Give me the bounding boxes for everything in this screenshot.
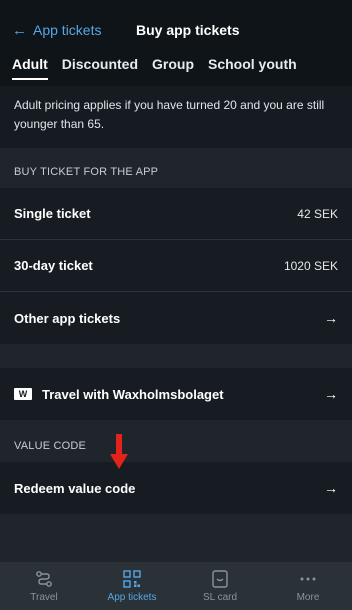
nav-travel[interactable]: Travel [8, 570, 80, 603]
waxholm-row[interactable]: W Travel with Waxholmsbolaget → [0, 368, 352, 420]
single-ticket-price: 42 SEK [297, 206, 338, 221]
other-app-tickets-row[interactable]: Other app tickets → [0, 292, 352, 344]
value-code-card: Redeem value code → [0, 462, 352, 514]
waxholm-card: W Travel with Waxholmsbolaget → [0, 368, 352, 420]
nav-more[interactable]: More [272, 570, 344, 603]
redeem-value-code-row[interactable]: Redeem value code → [0, 462, 352, 514]
bottom-navigation: Travel App tickets SL card More [0, 562, 352, 610]
back-arrow-icon: ← [12, 21, 27, 39]
tab-adult[interactable]: Adult [12, 56, 48, 80]
arrow-right-icon: → [324, 480, 338, 496]
back-label: App tickets [33, 22, 102, 38]
30-day-ticket-price: 1020 SEK [283, 258, 338, 273]
nav-more-label: More [296, 591, 320, 603]
qr-code-icon [123, 569, 141, 588]
nav-sl-card-label: SL card [202, 591, 238, 603]
value-code-section-label: VALUE CODE [14, 440, 87, 452]
single-ticket-label: Single ticket [14, 206, 91, 221]
30-day-ticket-label: 30-day ticket [14, 258, 93, 273]
tab-discounted[interactable]: Discounted [62, 56, 138, 80]
ticket-category-tabs: Adult Discounted Group School youth [12, 56, 297, 80]
waxholm-logo-icon: W [14, 388, 32, 400]
30-day-ticket-row[interactable]: 30-day ticket 1020 SEK [0, 240, 352, 292]
pricing-info: Adult pricing applies if you have turned… [0, 86, 352, 148]
tab-school-youth[interactable]: School youth [208, 56, 297, 80]
nav-travel-label: Travel [30, 591, 58, 603]
single-ticket-row[interactable]: Single ticket 42 SEK [0, 188, 352, 240]
buy-section-label: BUY TICKET FOR THE APP [14, 166, 159, 178]
arrow-right-icon: → [324, 310, 338, 326]
more-icon [299, 570, 317, 588]
waxholm-label: Travel with Waxholmsbolaget [42, 386, 224, 402]
card-icon [211, 569, 229, 588]
redeem-value-code-label: Redeem value code [14, 480, 136, 496]
tab-group[interactable]: Group [152, 56, 194, 80]
arrow-right-icon: → [324, 386, 338, 402]
buy-ticket-list: Single ticket 42 SEK 30-day ticket 1020 … [0, 188, 352, 344]
other-app-tickets-label: Other app tickets [14, 310, 121, 326]
route-icon [35, 570, 53, 588]
nav-app-tickets-label: App tickets [107, 591, 157, 603]
back-button[interactable]: ← App tickets [12, 20, 101, 40]
app-header: ← App tickets Buy app tickets Adult Disc… [0, 0, 352, 86]
nav-sl-card[interactable]: SL card [184, 569, 256, 603]
red-down-arrow-icon [110, 434, 128, 469]
nav-app-tickets[interactable]: App tickets [96, 569, 168, 603]
page-title: Buy app tickets [136, 22, 240, 38]
pricing-info-text: Adult pricing applies if you have turned… [14, 98, 325, 131]
